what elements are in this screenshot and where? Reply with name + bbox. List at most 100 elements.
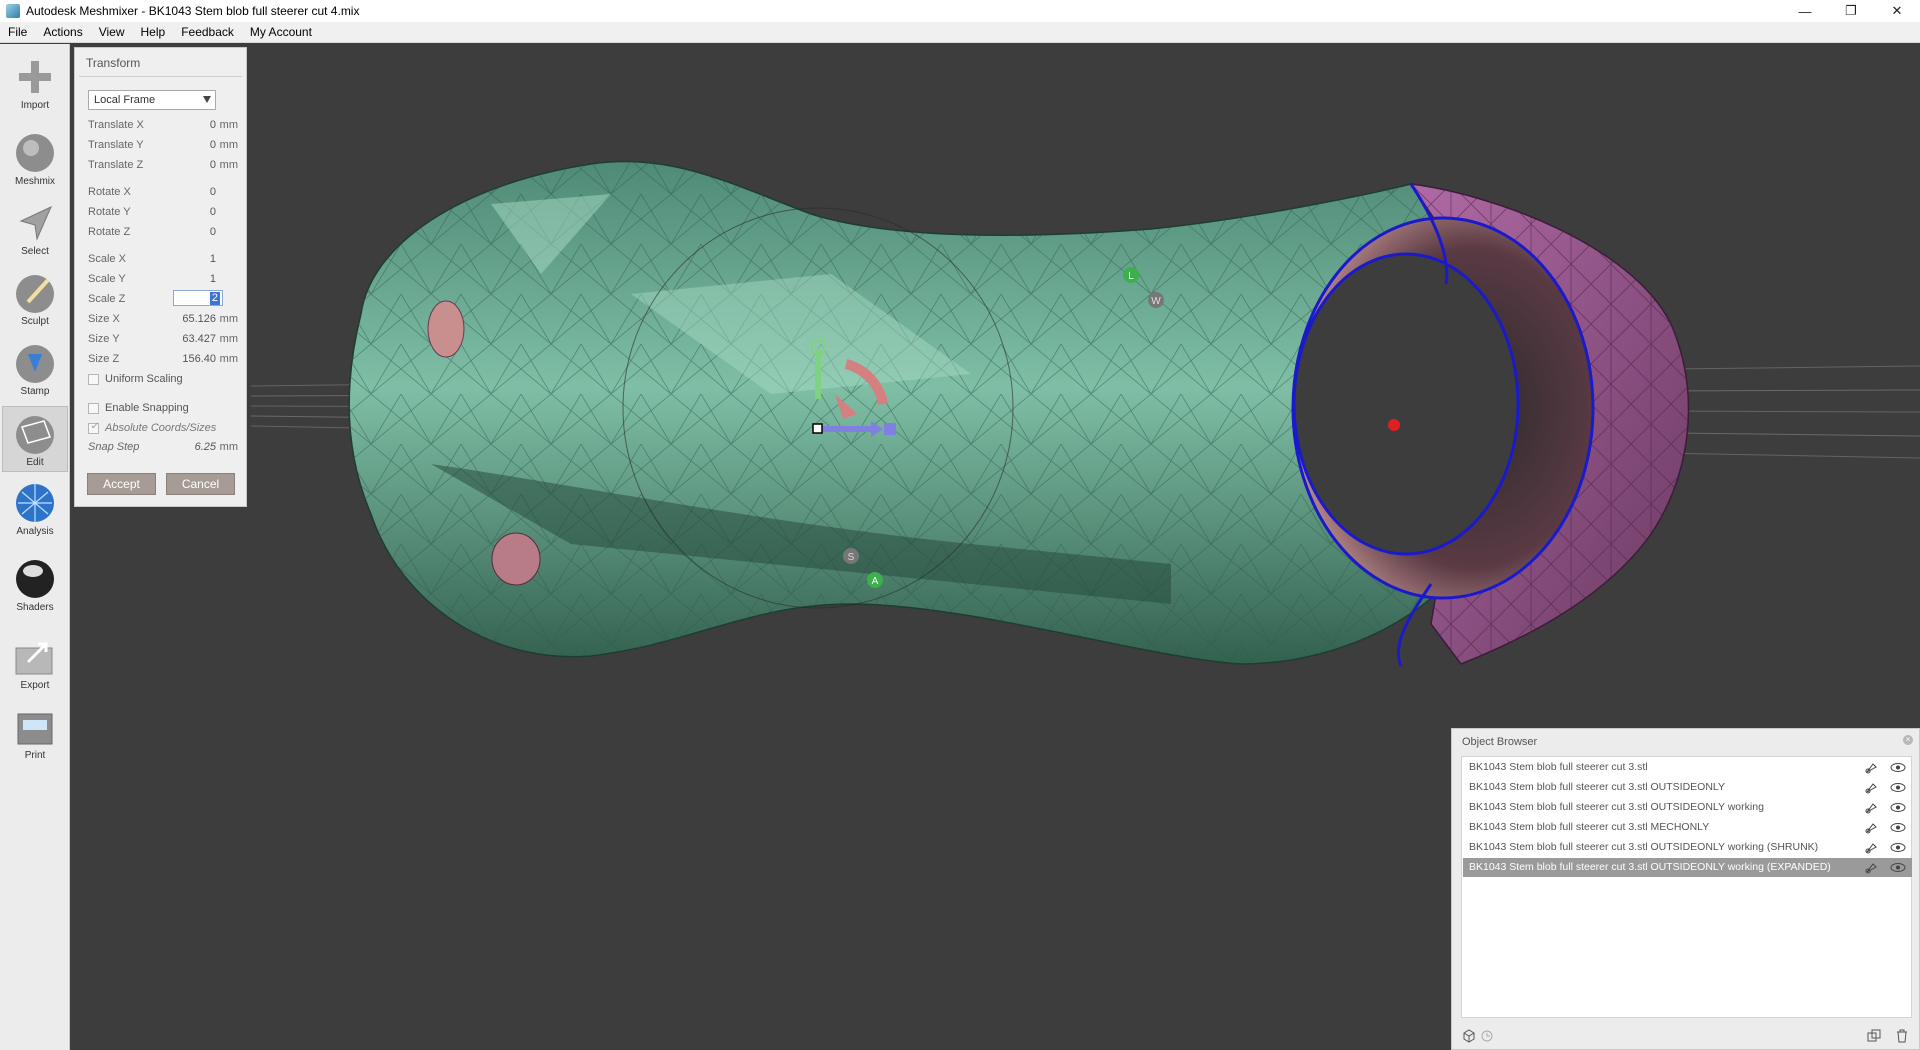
tool-stamp[interactable]: Stamp bbox=[2, 336, 68, 402]
tool-shaders-label: Shaders bbox=[16, 602, 54, 613]
transform-title: Transform bbox=[86, 56, 141, 70]
pin-icon[interactable] bbox=[1864, 761, 1878, 774]
tool-select[interactable]: Select bbox=[2, 196, 68, 262]
minimize-button[interactable]: — bbox=[1782, 0, 1828, 22]
tool-import[interactable]: Import bbox=[2, 50, 68, 116]
object-browser-title: Object Browser bbox=[1462, 736, 1538, 748]
close-icon[interactable]: × bbox=[1903, 735, 1913, 745]
printer-icon bbox=[14, 706, 56, 748]
field-rotate-y[interactable]: Rotate Y 0 bbox=[88, 206, 238, 222]
tool-export[interactable]: Export bbox=[2, 630, 68, 696]
eye-icon[interactable] bbox=[1890, 841, 1906, 854]
menu-view[interactable]: View bbox=[91, 25, 133, 39]
list-item[interactable]: BK1043 Stem blob full steerer cut 3.stl bbox=[1463, 758, 1912, 777]
field-value[interactable]: 0 bbox=[210, 186, 216, 198]
field-rotate-x[interactable]: Rotate X 0 bbox=[88, 186, 238, 202]
menu-actions[interactable]: Actions bbox=[35, 25, 90, 39]
pin-icon[interactable] bbox=[1864, 821, 1878, 834]
cancel-button[interactable]: Cancel bbox=[166, 473, 235, 495]
field-translate-y[interactable]: Translate Y 0 mm bbox=[88, 139, 238, 155]
trash-icon[interactable] bbox=[1895, 1029, 1909, 1043]
field-value[interactable]: 6.25 bbox=[195, 441, 216, 453]
list-item[interactable]: BK1043 Stem blob full steerer cut 3.stl … bbox=[1463, 778, 1912, 797]
field-value[interactable]: 156.40 bbox=[182, 353, 216, 365]
checkbox-box[interactable] bbox=[88, 373, 99, 385]
field-value[interactable]: 65.126 bbox=[182, 313, 216, 325]
duplicate-icon[interactable] bbox=[1867, 1029, 1881, 1043]
field-label: Snap Step bbox=[88, 441, 140, 453]
field-scale-z[interactable]: Scale Z 2 bbox=[88, 290, 238, 309]
field-size-y[interactable]: Size Y 63.427 mm bbox=[88, 333, 238, 349]
left-toolbar: Import Meshmix Select Sculpt Stamp Edit … bbox=[0, 44, 70, 1050]
window-title: Autodesk Meshmixer - BK1043 Stem blob fu… bbox=[26, 4, 360, 18]
field-scale-x[interactable]: Scale X 1 bbox=[88, 253, 238, 269]
field-scale-y[interactable]: Scale Y 1 bbox=[88, 273, 238, 289]
absolute-coords-checkbox[interactable]: Absolute Coords/Sizes bbox=[88, 421, 243, 435]
cube-icon[interactable] bbox=[1462, 1029, 1476, 1043]
menu-help[interactable]: Help bbox=[133, 25, 174, 39]
tool-import-label: Import bbox=[20, 100, 50, 111]
tool-shaders[interactable]: Shaders bbox=[2, 552, 68, 618]
list-item-selected[interactable]: BK1043 Stem blob full steerer cut 3.stl … bbox=[1463, 858, 1912, 877]
eye-icon[interactable] bbox=[1890, 821, 1906, 834]
pin-icon[interactable] bbox=[1864, 841, 1878, 854]
pin-icon[interactable] bbox=[1864, 781, 1878, 794]
tool-analysis[interactable]: Analysis bbox=[2, 476, 68, 542]
eye-icon[interactable] bbox=[1890, 761, 1906, 774]
enable-snapping-checkbox[interactable]: Enable Snapping bbox=[88, 401, 243, 415]
tool-analysis-label: Analysis bbox=[16, 526, 54, 537]
list-item[interactable]: BK1043 Stem blob full steerer cut 3.stl … bbox=[1463, 818, 1912, 837]
close-button[interactable]: ✕ bbox=[1874, 0, 1920, 22]
object-list: BK1043 Stem blob full steerer cut 3.stl … bbox=[1461, 756, 1912, 1018]
list-item[interactable]: BK1043 Stem blob full steerer cut 3.stl … bbox=[1463, 838, 1912, 857]
pin-icon[interactable] bbox=[1864, 801, 1878, 814]
field-translate-x[interactable]: Translate X 0 mm bbox=[88, 119, 238, 135]
field-value[interactable]: 0 bbox=[210, 206, 216, 218]
restore-button[interactable]: ❐ bbox=[1828, 0, 1874, 22]
field-value[interactable]: 63.427 bbox=[182, 333, 216, 345]
list-item[interactable]: BK1043 Stem blob full steerer cut 3.stl … bbox=[1463, 798, 1912, 817]
checkbox-label: Absolute Coords/Sizes bbox=[105, 422, 217, 434]
checkbox-box[interactable] bbox=[88, 402, 99, 414]
menu-feedback[interactable]: Feedback bbox=[173, 25, 242, 39]
field-translate-z[interactable]: Translate Z 0 mm bbox=[88, 159, 238, 175]
eye-icon[interactable] bbox=[1890, 781, 1906, 794]
field-value[interactable]: 0 bbox=[210, 119, 216, 131]
menu-file[interactable]: File bbox=[0, 25, 35, 39]
field-label: Rotate Y bbox=[88, 206, 131, 218]
tool-sculpt[interactable]: Sculpt bbox=[2, 266, 68, 332]
field-value[interactable]: 0 bbox=[210, 159, 216, 171]
field-value[interactable]: 1 bbox=[210, 253, 216, 265]
frame-select-value: Local Frame bbox=[94, 94, 156, 106]
checkbox-label: Uniform Scaling bbox=[105, 373, 183, 385]
uniform-scaling-checkbox[interactable]: Uniform Scaling bbox=[88, 372, 243, 386]
gizmo-label-a: A bbox=[872, 576, 879, 587]
field-value[interactable]: 0 bbox=[210, 139, 216, 151]
field-label: Translate Z bbox=[88, 159, 144, 171]
field-rotate-z[interactable]: Rotate Z 0 bbox=[88, 226, 238, 242]
history-icon[interactable] bbox=[1480, 1029, 1494, 1043]
transform-panel: Transform Local Frame Translate X 0 mm T… bbox=[74, 47, 247, 507]
analysis-sphere-icon bbox=[14, 482, 56, 524]
checkbox-box[interactable] bbox=[88, 421, 99, 434]
frame-select[interactable]: Local Frame bbox=[88, 90, 216, 110]
eye-icon[interactable] bbox=[1890, 861, 1906, 874]
eye-icon[interactable] bbox=[1890, 801, 1906, 814]
tool-print[interactable]: Print bbox=[2, 700, 68, 766]
plus-icon bbox=[14, 56, 56, 98]
field-value[interactable]: 0 bbox=[210, 226, 216, 238]
export-icon bbox=[14, 636, 56, 678]
field-value[interactable]: 1 bbox=[210, 273, 216, 285]
scale-z-input[interactable]: 2 bbox=[173, 290, 223, 306]
accept-button[interactable]: Accept bbox=[87, 473, 156, 495]
tool-sculpt-label: Sculpt bbox=[21, 316, 49, 327]
field-size-x[interactable]: Size X 65.126 mm bbox=[88, 313, 238, 329]
tool-meshmix[interactable]: Meshmix bbox=[2, 126, 68, 192]
field-snap-step[interactable]: Snap Step 6.25 mm bbox=[88, 441, 238, 457]
scale-z-selected-text[interactable]: 2 bbox=[209, 292, 220, 305]
pin-icon[interactable] bbox=[1864, 861, 1878, 874]
window-controls: — ❐ ✕ bbox=[1782, 0, 1920, 22]
menu-my-account[interactable]: My Account bbox=[242, 25, 320, 39]
field-size-z[interactable]: Size Z 156.40 mm bbox=[88, 353, 238, 369]
tool-edit[interactable]: Edit bbox=[2, 406, 68, 472]
